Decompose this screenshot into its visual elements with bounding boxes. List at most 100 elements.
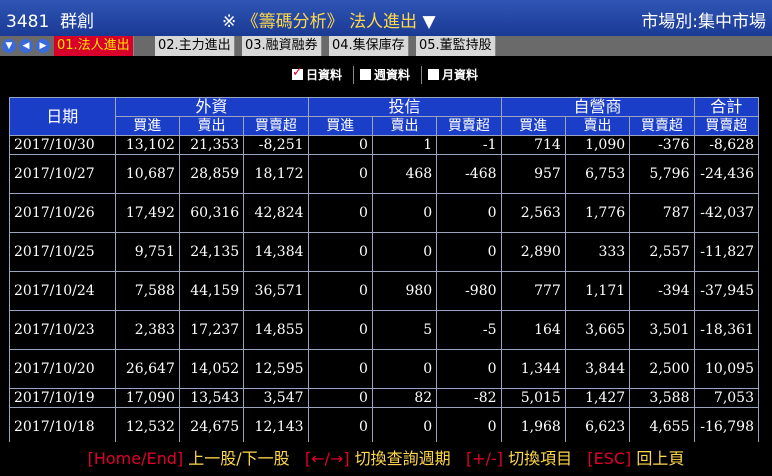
cell-value: -5 [436,310,502,350]
cell-value: 0 [307,349,373,389]
period-daily[interactable]: 日資料 [292,65,342,83]
table-row[interactable]: 2017/10/27 10,687 28,859 18,172 0 468 -468 957 6… [9,154,760,194]
cell-value: 1,171 [564,271,631,311]
cell-value: 0 [307,388,373,408]
cell-value: 0 [436,349,502,389]
cell-value: 2,563 [500,193,566,233]
column-header[interactable]: 買進 [114,116,180,136]
column-header[interactable]: 買賣超 [243,116,309,136]
table-row[interactable]: 2017/10/20 26,647 14,052 12,595 0 0 0 1,344 3,84… [9,349,760,389]
cell-value: -42,037 [693,193,760,233]
table-row[interactable]: 2017/10/24 7,588 44,159 36,571 0 980 -980 777 1,… [9,271,760,311]
column-header[interactable]: 買賣超 [693,116,760,136]
tab-institutional-trading[interactable]: 01.法人進出 [54,36,134,56]
cell-value: 0 [307,271,373,311]
table-body: 2017/10/30 13,102 21,353 -8,251 0 1 -1 714 1,090… [9,135,760,447]
hotkey-desc: 上一股/下一股 [188,449,290,468]
cell-value: 13,543 [178,388,245,408]
group-header: 合計 [693,97,760,117]
cell-value: -8,251 [243,135,309,155]
cell-value: 12,143 [243,407,309,447]
hotkey: [+/-] [465,449,503,468]
tab-director-holdings[interactable]: 05.董監持股 [416,36,496,56]
row-date: 2017/10/26 [9,193,116,233]
tab-margin-trading[interactable]: 03.融資融券 [242,36,322,56]
status-bar: [Home/End] 上一股/下一股 [←/→] 切換查詢週期 [+/-] 切換… [0,442,772,476]
cell-value: 1,968 [500,407,566,447]
cell-value: 2,890 [500,232,566,272]
column-header[interactable]: 買進 [500,116,566,136]
table-row[interactable]: 2017/10/23 2,383 17,237 14,855 0 5 -5 164 3,665 3… [9,310,760,350]
column-header[interactable]: 買進 [307,116,373,136]
cell-value: -376 [629,135,695,155]
cell-value: 2,383 [114,310,180,350]
cell-value: 3,844 [564,349,631,389]
cell-value: 42,824 [243,193,309,233]
row-date: 2017/10/20 [9,349,116,389]
cell-value: 28,859 [178,154,245,194]
chevron-down-icon[interactable]: ▼ [2,39,16,53]
cell-value: 0 [307,232,373,272]
column-header[interactable]: 賣出 [564,116,631,136]
cell-value: 36,571 [243,271,309,311]
tab-custody-inventory[interactable]: 04.集保庫存 [329,36,409,56]
chevron-right-icon[interactable]: ▶ [36,39,50,53]
column-header[interactable]: 買賣超 [629,116,695,136]
cell-value: 18,172 [243,154,309,194]
hotkey-desc: 回上頁 [636,449,685,468]
divider [353,66,354,84]
module-title: ※ 《籌碼分析》 法人進出 ▼ [222,7,436,32]
column-header[interactable]: 買賣超 [436,116,502,136]
cell-value: 21,353 [178,135,245,155]
tab-bar: ▼ ◀ ▶ 01.法人進出 02.主力進出 03.融資融券 04.集保庫存 05… [0,36,772,56]
cell-value: 980 [371,271,438,311]
column-header[interactable]: 賣出 [371,116,438,136]
cell-value: -11,827 [693,232,760,272]
cell-value: -16,798 [693,407,760,447]
cell-value: 1,427 [564,388,631,408]
cell-value: 957 [500,154,566,194]
cell-value: 0 [436,407,502,447]
chevron-left-icon[interactable]: ◀ [19,39,33,53]
tab-main-force[interactable]: 02.主力進出 [155,36,235,56]
row-date: 2017/10/18 [9,407,116,447]
cell-value: 26,647 [114,349,180,389]
hotkey: [ESC] [587,449,632,468]
cell-value: 0 [371,193,438,233]
table-row[interactable]: 2017/10/30 13,102 21,353 -8,251 0 1 -1 714 1,090… [9,135,760,155]
cell-value: 17,492 [114,193,180,233]
divider [421,66,422,84]
cell-value: 0 [371,232,438,272]
cell-value: 7,588 [114,271,180,311]
cell-value: 12,532 [114,407,180,447]
table-row[interactable]: 2017/10/26 17,492 60,316 42,824 0 0 0 2,563 1,77… [9,193,760,233]
institutional-trading-table: 日期 外資 投信 自營商 合計 買進 賣出 買賣超 買進 賣出 買賣超 買進 賣… [9,97,760,447]
cell-value: 17,090 [114,388,180,408]
cell-value: 3,588 [629,388,695,408]
cell-value: 44,159 [178,271,245,311]
cell-value: 0 [307,407,373,447]
table-row[interactable]: 2017/10/25 9,751 24,135 14,384 0 0 0 2,890 333 2,… [9,232,760,272]
date-header[interactable]: 日期 [9,97,116,136]
page-dropdown-icon[interactable]: ▼ [422,12,435,32]
header-sub-row: 買進 賣出 買賣超 買進 賣出 買賣超 買進 賣出 買賣超 買賣超 [10,116,760,136]
table-row[interactable]: 2017/10/18 12,532 24,675 12,143 0 0 0 1,968 6,62… [9,407,760,447]
table-row[interactable]: 2017/10/19 17,090 13,543 3,547 0 82 -82 5,015 1,… [9,388,760,408]
cell-value: 777 [500,271,566,311]
title-bar: 3481 群創 ※ 《籌碼分析》 法人進出 ▼ 市場別:集中市場 [0,0,772,36]
group-header: 投信 [307,97,502,117]
page-name: 法人進出 [349,12,418,32]
row-date: 2017/10/30 [9,135,116,155]
row-date: 2017/10/23 [9,310,116,350]
cell-value: 14,052 [178,349,245,389]
column-header[interactable]: 賣出 [178,116,245,136]
period-monthly[interactable]: 月資料 [428,67,478,83]
cell-value: 0 [307,135,373,155]
cell-value: 12,595 [243,349,309,389]
cell-value: 0 [371,349,438,389]
cell-value: -468 [436,154,502,194]
checkbox-checked-icon [292,65,303,81]
period-weekly[interactable]: 週資料 [360,67,410,83]
cell-value: -980 [436,271,502,311]
cell-value: 0 [371,407,438,447]
